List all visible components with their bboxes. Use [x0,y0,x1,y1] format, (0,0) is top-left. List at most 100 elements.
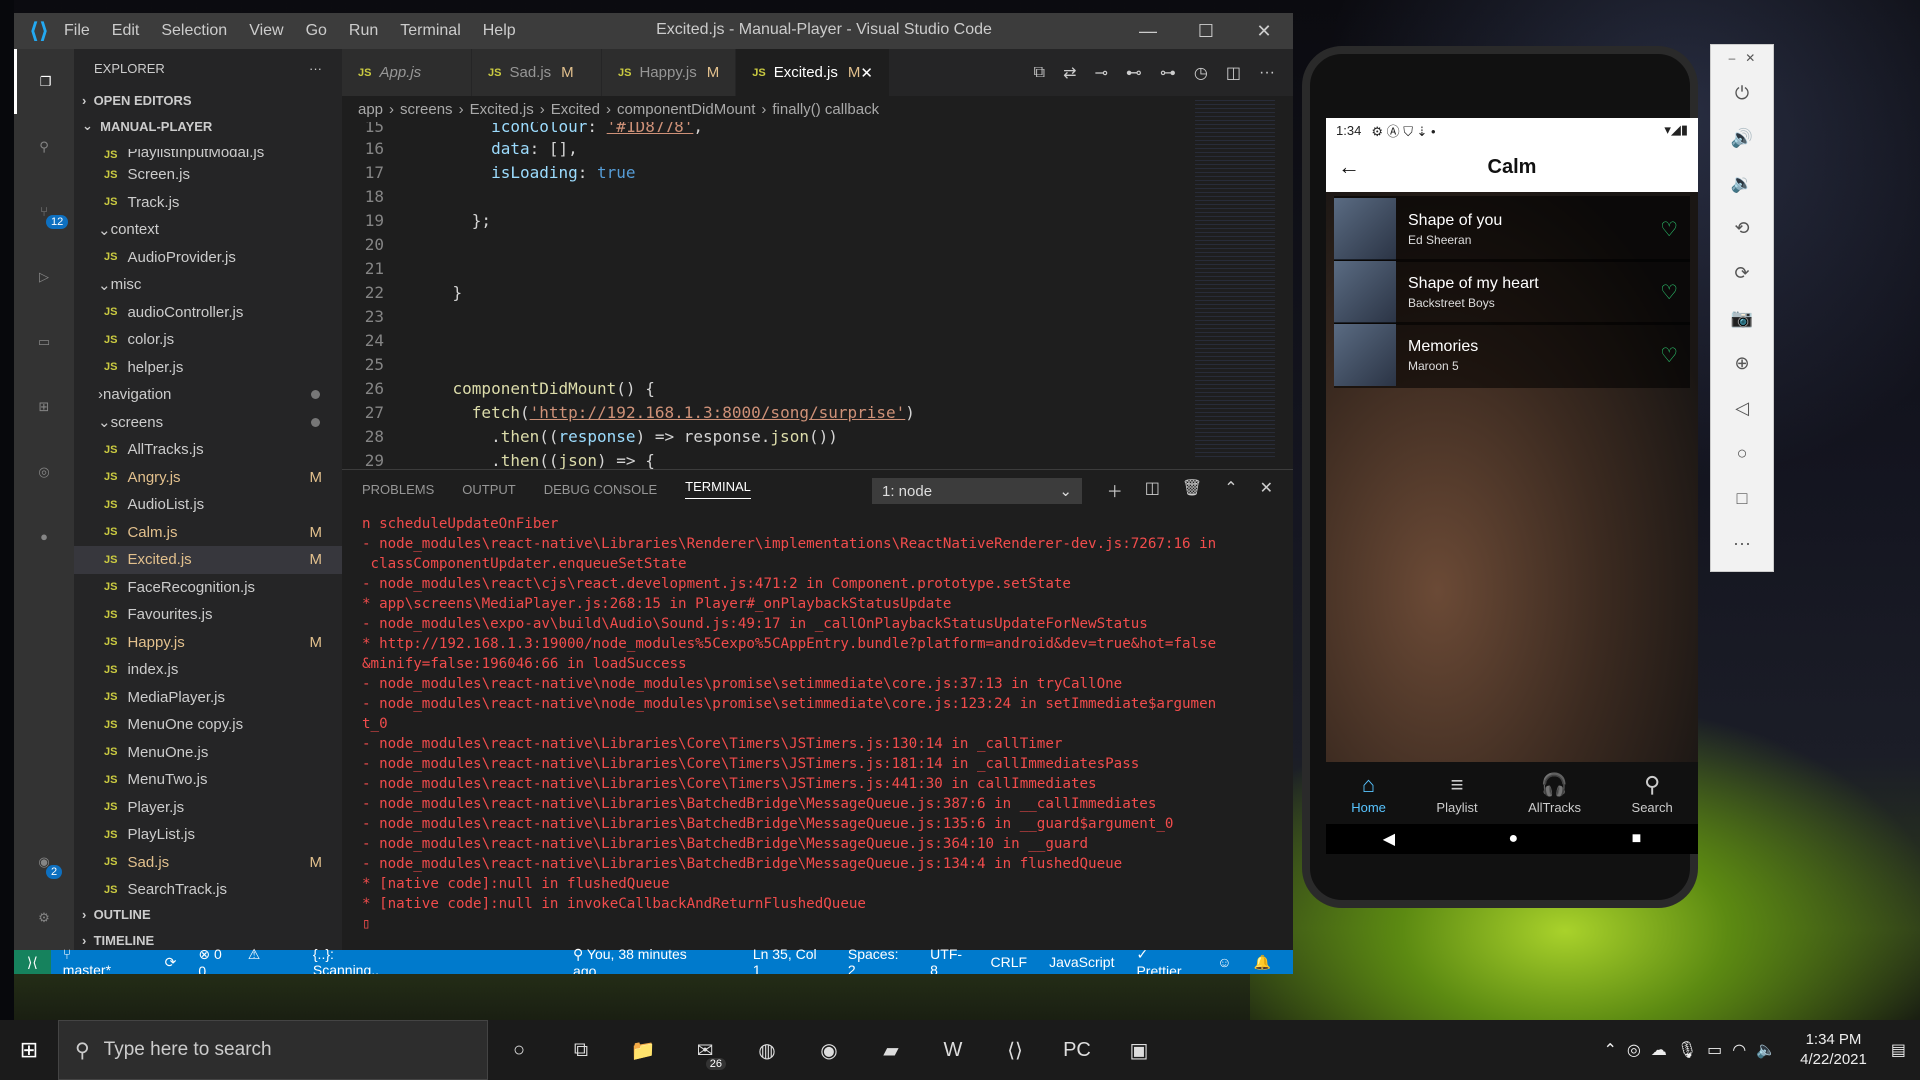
file-item[interactable]: JS Happy.js M [74,629,342,657]
breadcrumb-item[interactable]: finally() callback [772,101,879,118]
file-item[interactable]: JS MenuOne copy.js [74,711,342,739]
tab-app[interactable]: JS App.js [342,49,472,96]
git-commit-icon[interactable]: ⊸ [1095,63,1108,83]
back-arrow-icon[interactable]: ← [1326,154,1386,180]
menu-item-go[interactable]: Go [306,22,327,39]
file-item[interactable]: JS helper.js [74,354,342,382]
cursor-position[interactable]: Ln 35, Col 1 [753,946,826,974]
panel-tab-output[interactable]: OUTPUT [462,482,515,497]
panel-tab-problems[interactable]: PROBLEMS [362,482,434,497]
more-icon[interactable]: ··· [1733,521,1751,566]
folder-item[interactable]: › navigation [74,381,342,409]
recents-square-icon[interactable]: ■ [1632,830,1642,848]
back-triangle-icon[interactable]: ◀ [1383,829,1395,849]
nav-alltracks[interactable]: 🎧 AllTracks [1528,772,1581,815]
rotate-right-icon[interactable]: ⟳ [1734,251,1749,296]
github-icon[interactable]: ● [14,504,74,569]
extensions-icon[interactable]: ⊞ [14,374,74,439]
nav-search[interactable]: ⚲ Search [1632,772,1673,815]
encoding[interactable]: UTF-8 [930,946,968,974]
terminal-select[interactable]: 1: node ⌄ [872,478,1082,504]
folder-item[interactable]: ⌄ misc [74,271,342,299]
file-item[interactable]: JS PlaylistInputModal.js [74,149,342,161]
close-tab-icon[interactable]: ✕ [860,64,873,82]
meet-now-icon[interactable]: ◎ [1627,1040,1641,1060]
file-item[interactable]: JS audioController.js [74,299,342,327]
home-circle-icon[interactable]: ● [1508,830,1518,848]
indentation[interactable]: Spaces: 2 [848,946,908,974]
source-control-icon[interactable]: ⑂ 12 [14,179,74,244]
menu-item-selection[interactable]: Selection [161,22,227,39]
compare-icon[interactable]: ⇄ [1063,63,1076,83]
file-item[interactable]: JS Track.js [74,189,342,217]
wifi-icon[interactable]: ◠ [1732,1040,1746,1060]
breadcrumb-item[interactable]: Excited.js [470,101,534,118]
file-item[interactable]: JS Player.js [74,794,342,822]
file-item[interactable]: JS index.js [74,656,342,684]
maximize-icon[interactable]: ☐ [1177,13,1235,49]
windows-start-icon[interactable]: ⊞ [0,1020,58,1080]
new-terminal-icon[interactable]: ＋ [1107,478,1123,502]
search-icon[interactable]: ⚲ [14,114,74,179]
clock[interactable]: 1:34 PM 4/22/2021 [1800,1030,1867,1070]
prettier-status[interactable]: ✓ Prettier [1136,946,1195,975]
end-of-line[interactable]: CRLF [991,954,1028,970]
song-item[interactable]: Memories Maroon 5 ♡ [1334,322,1690,388]
nav-home[interactable]: ⌂ Home [1351,772,1386,815]
vscode-icon[interactable]: ⟨⟩ [984,1020,1046,1080]
open-editors-section[interactable]: › OPEN EDITORS [74,87,342,113]
close-panel-icon[interactable]: ✕ [1260,478,1273,502]
language-mode[interactable]: JavaScript [1049,954,1114,970]
next-change-icon[interactable]: ⊶ [1160,63,1176,83]
trash-icon[interactable]: 🗑 [1182,478,1202,502]
file-item[interactable]: JS Sad.js M [74,849,342,877]
volume-icon[interactable]: 🔈 [1756,1040,1776,1060]
tab-sad[interactable]: JS Sad.js M [472,49,602,96]
git-blame[interactable]: ⚲ You, 38 minutes ago [573,946,731,975]
menu-item-file[interactable]: File [64,22,90,39]
file-item[interactable]: JS AudioProvider.js [74,244,342,272]
panel-tab-debug-console[interactable]: DEBUG CONSOLE [544,482,657,497]
open-preview-icon[interactable]: ⧉ [1034,64,1045,82]
split-terminal-icon[interactable]: ◫ [1145,478,1160,502]
volume-up-icon[interactable]: 🔊 [1731,116,1753,161]
code-view[interactable]: 15 iconColour: '#1D8778', 16 data: [], 17 … [342,122,1293,470]
minimap[interactable] [1195,97,1275,457]
folder-item[interactable]: ⌄ context [74,216,342,244]
song-item[interactable]: Shape of you Ed Sheeran ♡ [1334,196,1690,262]
power-icon[interactable]: ⏻ [1735,71,1749,116]
notifications-icon[interactable]: 🔔 [1254,954,1271,971]
volume-down-icon[interactable]: 🔉 [1731,161,1753,206]
menu-item-view[interactable]: View [249,22,283,39]
file-item[interactable]: JS FaceRecognition.js [74,574,342,602]
run-debug-icon[interactable]: ▷ [14,244,74,309]
settings-gear-icon[interactable]: ⚙ [14,885,74,950]
feedback-icon[interactable]: ☺ [1217,954,1231,970]
file-item[interactable]: JS Angry.js M [74,464,342,492]
notification-center-icon[interactable]: ▤ [1891,1040,1906,1060]
more-actions-icon[interactable]: ··· [309,61,322,76]
chrome-icon[interactable]: ◉ [798,1020,860,1080]
dell-icon[interactable]: ◍ [736,1020,798,1080]
task-view-icon[interactable]: ⧉ [550,1020,612,1080]
terminal-output[interactable]: n scheduleUpdateOnFiber - node_modules\re… [362,514,1273,934]
menu-item-terminal[interactable]: Terminal [400,22,460,39]
overview-icon[interactable]: □ [1737,476,1748,521]
tab-happy[interactable]: JS Happy.js M [602,49,737,96]
emulator-taskbar-icon[interactable]: ▣ [1108,1020,1170,1080]
close-icon[interactable]: ✕ [1235,13,1293,49]
remote-explorer-icon[interactable]: ▭ [14,309,74,374]
mail-icon[interactable]: ✉ 26 [674,1020,736,1080]
emulator-window-controls[interactable]: – ✕ [1729,45,1756,71]
previous-change-icon[interactable]: ⊷ [1126,63,1142,83]
folder-item[interactable]: ⌄ screens [74,409,342,437]
file-item[interactable]: JS Calm.js M [74,519,342,547]
file-item[interactable]: JS MenuTwo.js [74,766,342,794]
microphone-icon[interactable]: 🎙 [1677,1040,1697,1060]
file-item[interactable]: JS Favourites.js [74,601,342,629]
maximize-panel-icon[interactable]: ⌃ [1224,478,1237,502]
file-explorer-icon[interactable]: 📁 [612,1020,674,1080]
heart-icon[interactable]: ♡ [1660,343,1678,368]
chevron-up-icon[interactable]: ⌃ [1603,1040,1616,1060]
taskbar-search[interactable]: ⚲ Type here to search [58,1020,488,1080]
